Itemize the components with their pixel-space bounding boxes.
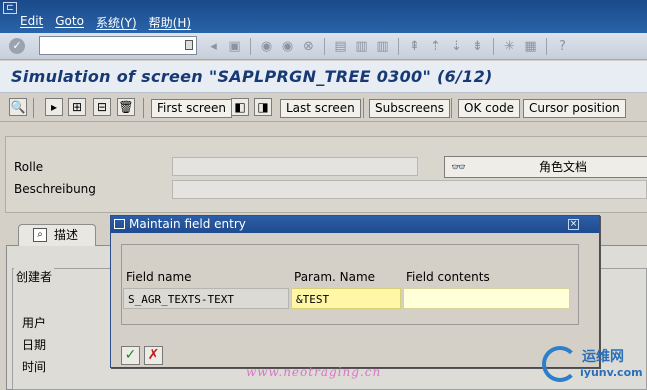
confirm-button[interactable]: ✓: [121, 346, 140, 365]
field-contents-header: Field contents: [406, 270, 490, 284]
glasses-icon: 👓: [451, 160, 466, 174]
next-screen-icon[interactable]: ◨: [254, 98, 272, 116]
cancel-icon[interactable]: ⊗: [300, 38, 317, 55]
last-page-icon[interactable]: ⇟: [469, 38, 486, 55]
dialog-title: Maintain field entry: [129, 217, 246, 231]
history-dropdown-icon[interactable]: [185, 40, 193, 50]
menu-system[interactable]: 系统(Y): [96, 14, 137, 31]
command-field[interactable]: [39, 36, 197, 55]
ok-code-button[interactable]: OK code: [458, 99, 521, 118]
hierarchy-icon[interactable]: ⊞: [68, 98, 86, 116]
dialog-title-bar: Maintain field entry ×: [111, 216, 599, 233]
field-contents-input[interactable]: [403, 288, 570, 309]
beschreibung-field: [172, 180, 647, 199]
rolle-label: Rolle: [14, 160, 44, 174]
title-bar: Simulation of screen "SAPLPRGN_TREE 0300…: [0, 61, 647, 93]
user-label: 用户: [22, 316, 47, 330]
first-screen-button[interactable]: First screen: [151, 99, 232, 118]
window-icon: [114, 219, 125, 229]
previous-page-icon[interactable]: ⇡: [427, 38, 444, 55]
help-icon[interactable]: ?: [554, 38, 571, 55]
close-icon[interactable]: ×: [568, 219, 579, 230]
role-document-button[interactable]: 👓 角色文档: [444, 156, 647, 178]
field-name-header: Field name: [126, 270, 192, 284]
creator-group-title: 创建者: [14, 268, 55, 285]
enter-icon[interactable]: ✓: [9, 38, 25, 54]
next-page-icon[interactable]: ⇣: [448, 38, 465, 55]
menu-goto[interactable]: Goto: [55, 14, 84, 31]
last-screen-button[interactable]: Last screen: [280, 99, 361, 118]
role-document-label: 角色文档: [539, 160, 588, 174]
tab-description[interactable]: ⌕ 描述: [18, 224, 96, 246]
beschreibung-label: Beschreibung: [14, 182, 96, 196]
watermark-logo: 运维网 iyunv.com: [540, 344, 645, 386]
page-title: Simulation of screen "SAPLPRGN_TREE 0300…: [11, 67, 493, 86]
back-arrow-icon[interactable]: ◂: [205, 38, 222, 55]
application-toolbar: 🔍 ▸ ⊞ ⊟ 🗑 First screen ◧ ◨ Last screen S…: [0, 94, 647, 122]
tree-icon[interactable]: ⊟: [93, 98, 111, 116]
standard-toolbar: ✓ ◂ ▣ ◉ ◉ ⊗ ▤ ▥ ▥ ⇞ ⇡ ⇣ ⇟ ✳ ▦ ?: [0, 33, 647, 60]
swirl-icon: [542, 346, 578, 382]
display-icon[interactable]: 🔍: [9, 98, 27, 116]
subscreens-button[interactable]: Subscreens: [369, 99, 450, 118]
watermark-en: iyunv.com: [580, 366, 643, 379]
save-icon[interactable]: ▣: [226, 38, 243, 55]
tab-description-label: 描述: [54, 228, 79, 242]
date-label: 日期: [22, 338, 47, 352]
field-entry-frame: [121, 244, 579, 325]
field-name-value: S_AGR_TEXTS-TEXT: [123, 288, 289, 309]
cursor-position-button[interactable]: Cursor position: [523, 99, 626, 118]
time-label: 时间: [22, 360, 47, 374]
exit-icon[interactable]: ◉: [279, 38, 296, 55]
watermark-cn: 运维网: [582, 349, 624, 365]
find-icon[interactable]: ▥: [353, 38, 370, 55]
menu-edit[interactable]: Edit: [20, 14, 43, 31]
menu-bar: ⊏ Edit Goto 系统(Y) 帮助(H): [0, 0, 647, 33]
rolle-field: [172, 157, 418, 176]
magnifier-icon: ⌕: [33, 228, 47, 242]
prev-screen-icon[interactable]: ◧: [231, 98, 249, 116]
watermark-text: www.neotraging.cn: [246, 365, 382, 379]
step-icon[interactable]: ▸: [45, 98, 63, 116]
shortcut-icon[interactable]: ▦: [522, 38, 539, 55]
menu-help[interactable]: 帮助(H): [149, 14, 191, 31]
param-name-header: Param. Name: [294, 270, 376, 284]
cancel-button[interactable]: ✗: [144, 346, 163, 365]
back-icon[interactable]: ◉: [258, 38, 275, 55]
system-menu-icon[interactable]: ⊏: [3, 2, 17, 14]
maintain-field-dialog: Maintain field entry × Field name Param.…: [110, 215, 600, 368]
print-icon[interactable]: ▤: [332, 38, 349, 55]
param-name-input[interactable]: &TEST: [291, 288, 401, 309]
delete-icon[interactable]: 🗑: [117, 98, 135, 116]
find-next-icon[interactable]: ▥: [374, 38, 391, 55]
first-page-icon[interactable]: ⇞: [406, 38, 423, 55]
create-session-icon[interactable]: ✳: [501, 38, 518, 55]
